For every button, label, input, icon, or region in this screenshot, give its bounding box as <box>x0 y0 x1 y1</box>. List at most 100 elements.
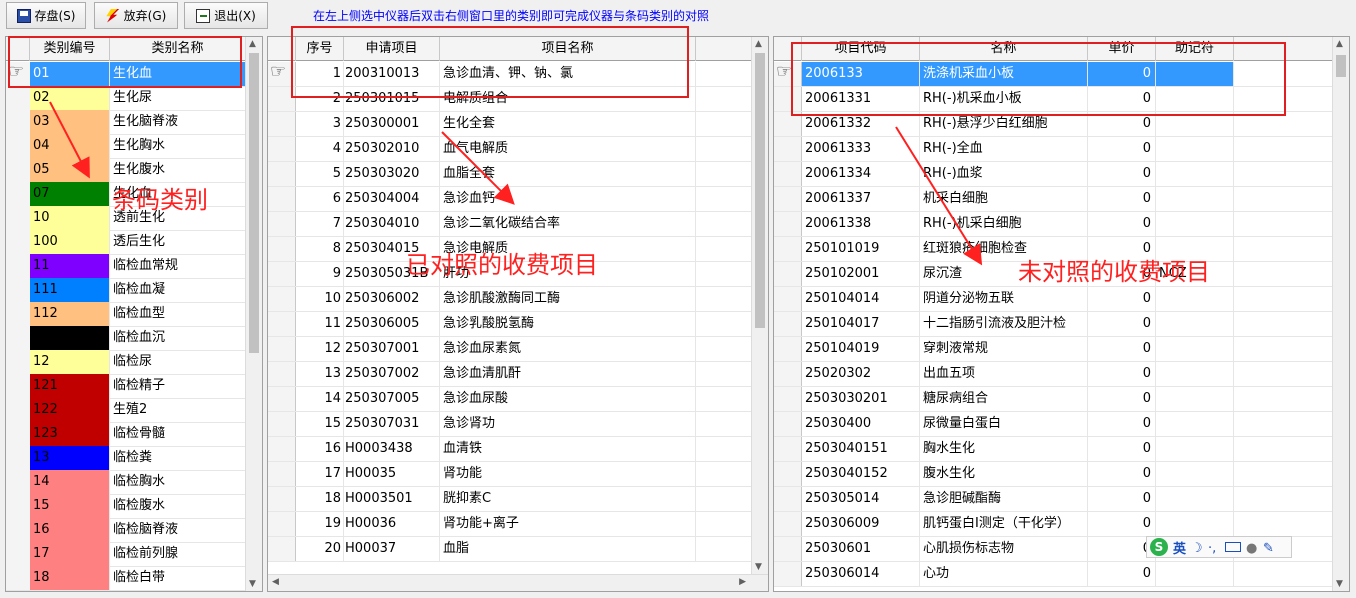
category-code[interactable]: 111 <box>30 278 110 302</box>
request-item-code[interactable]: 250303020 <box>344 162 440 186</box>
category-name[interactable]: 透后生化 <box>110 230 246 254</box>
category-name[interactable]: 生殖2 <box>110 398 246 422</box>
mapped-row[interactable]: 7 250304010 急诊二氧化碳结合率 <box>268 212 768 237</box>
category-code[interactable]: 12 <box>30 350 110 374</box>
seq-number[interactable]: 18 <box>296 487 344 511</box>
item-code[interactable]: 25030601 <box>802 537 920 561</box>
item-name[interactable]: RH(-)机采白细胞 <box>920 212 1088 236</box>
mapped-row[interactable]: 15 250307031 急诊肾功 <box>268 412 768 437</box>
item-name[interactable]: 急诊二氧化碳结合率 <box>440 212 696 236</box>
category-row[interactable]: 16 临检脑脊液 <box>6 518 262 543</box>
category-code[interactable]: 13 <box>30 446 110 470</box>
request-item-code[interactable]: 250307001 <box>344 337 440 361</box>
ime-toolbar[interactable]: S 英 ☽ ·, ● ✎ <box>1146 536 1292 558</box>
unmapped-row[interactable]: 25020302 出血五项 0 <box>774 362 1349 387</box>
category-row[interactable]: 临检血沉 <box>6 326 262 351</box>
request-item-code[interactable]: H00035 <box>344 462 440 486</box>
unmapped-row[interactable]: 250104017 十二指肠引流液及胆汁检 0 <box>774 312 1349 337</box>
ime-language-toggle[interactable]: 英 <box>1173 538 1186 557</box>
item-mnemonic[interactable] <box>1156 412 1234 436</box>
item-price[interactable]: 0 <box>1088 337 1156 361</box>
category-code[interactable]: 121 <box>30 374 110 398</box>
category-code[interactable]: 100 <box>30 230 110 254</box>
unmapped-row[interactable]: 250305014 急诊胆碱酯酶 0 <box>774 487 1349 512</box>
mapped-row[interactable]: 13 250307002 急诊血清肌酐 <box>268 362 768 387</box>
mapped-row[interactable]: 12 250307001 急诊血尿素氮 <box>268 337 768 362</box>
seq-number[interactable]: 13 <box>296 362 344 386</box>
category-name[interactable]: 临检血型 <box>110 302 246 326</box>
item-name[interactable]: 急诊乳酸脱氢酶 <box>440 312 696 336</box>
request-item-code[interactable]: H0003438 <box>344 437 440 461</box>
mapped-row[interactable]: 4 250302010 血气电解质 <box>268 137 768 162</box>
category-name[interactable]: 临检尿 <box>110 350 246 374</box>
seq-number[interactable]: 8 <box>296 237 344 261</box>
item-code[interactable]: 250306014 <box>802 562 920 586</box>
mapped-row[interactable]: 14 250307005 急诊血尿酸 <box>268 387 768 412</box>
keyboard-icon[interactable] <box>1225 542 1242 552</box>
category-row[interactable]: 13 临检粪 <box>6 446 262 471</box>
category-code[interactable] <box>30 326 110 350</box>
seq-number[interactable]: 7 <box>296 212 344 236</box>
category-name[interactable]: 临检精子 <box>110 374 246 398</box>
save-button[interactable]: 存盘(S) <box>6 2 86 29</box>
request-item-code[interactable]: 250306002 <box>344 287 440 311</box>
unmapped-row[interactable]: 20061333 RH(-)全血 0 <box>774 137 1349 162</box>
category-vertical-scrollbar[interactable]: ▲ ▼ <box>245 37 262 591</box>
item-mnemonic[interactable] <box>1156 137 1234 161</box>
item-code[interactable]: 250102001 <box>802 262 920 286</box>
discard-button[interactable]: 放弃(G) <box>94 2 178 29</box>
item-name[interactable]: 急诊血清肌酐 <box>440 362 696 386</box>
wrench-icon[interactable]: ✎ <box>1263 541 1275 556</box>
unmapped-row[interactable]: 250104019 穿刺液常规 0 <box>774 337 1349 362</box>
item-name[interactable]: RH(-)全血 <box>920 137 1088 161</box>
seq-number[interactable]: 9 <box>296 262 344 286</box>
category-code[interactable]: 03 <box>30 110 110 134</box>
category-code[interactable]: 14 <box>30 470 110 494</box>
item-mnemonic[interactable] <box>1156 387 1234 411</box>
item-name[interactable]: 阴道分泌物五联 <box>920 287 1088 311</box>
category-row[interactable]: 11 临检血常规 <box>6 254 262 279</box>
item-price[interactable]: 0 <box>1088 462 1156 486</box>
item-name[interactable]: 急诊肌酸激酶同工酶 <box>440 287 696 311</box>
unmapped-row[interactable]: 2503040151 胸水生化 0 <box>774 437 1349 462</box>
item-name[interactable]: 心功 <box>920 562 1088 586</box>
category-name[interactable]: 生化尿 <box>110 86 246 110</box>
item-name[interactable]: 急诊血尿酸 <box>440 387 696 411</box>
request-item-code[interactable]: H0003501 <box>344 487 440 511</box>
request-item-code[interactable]: 250307031 <box>344 412 440 436</box>
category-row[interactable]: 18 临检白带 <box>6 566 262 591</box>
item-code[interactable]: 250306009 <box>802 512 920 536</box>
item-name[interactable]: 十二指肠引流液及胆汁检 <box>920 312 1088 336</box>
scroll-right-arrow-icon[interactable]: ▶ <box>739 577 746 587</box>
request-item-code[interactable]: 250307005 <box>344 387 440 411</box>
category-name[interactable]: 生化腹水 <box>110 158 246 182</box>
mapped-row[interactable]: 20 H00037 血脂 <box>268 537 768 562</box>
mapped-horizontal-scrollbar[interactable]: ◀ ▶ <box>268 574 768 591</box>
item-price[interactable]: 0 <box>1088 312 1156 336</box>
category-row[interactable]: 111 临检血凝 <box>6 278 262 303</box>
seq-number[interactable]: 17 <box>296 462 344 486</box>
item-code[interactable]: 20061337 <box>802 187 920 211</box>
user-icon[interactable]: ● <box>1246 541 1258 556</box>
category-name[interactable]: 临检脑脊液 <box>110 518 246 542</box>
category-row[interactable]: 122 生殖2 <box>6 398 262 423</box>
category-code[interactable]: 15 <box>30 494 110 518</box>
item-code[interactable]: 2503040152 <box>802 462 920 486</box>
unmapped-items-grid[interactable]: 项目代码 名称 单价 助记符 ☞ 2006133 洗涤机采血小板 0 20061331 R… <box>773 36 1350 592</box>
category-code[interactable]: 07 <box>30 182 110 206</box>
category-name[interactable]: 临检腹水 <box>110 494 246 518</box>
seq-number[interactable]: 14 <box>296 387 344 411</box>
mapped-row[interactable]: 18 H0003501 胱抑素C <box>268 487 768 512</box>
item-code[interactable]: 250101019 <box>802 237 920 261</box>
item-mnemonic[interactable] <box>1156 337 1234 361</box>
item-name[interactable]: 糖尿病组合 <box>920 387 1088 411</box>
item-name[interactable]: 急诊血尿素氮 <box>440 337 696 361</box>
item-code[interactable]: 25030400 <box>802 412 920 436</box>
category-row[interactable]: 121 临检精子 <box>6 374 262 399</box>
unmapped-row[interactable]: 250306009 肌钙蛋白I测定（干化学） 0 <box>774 512 1349 537</box>
request-item-code[interactable]: 250302010 <box>344 137 440 161</box>
category-row[interactable]: 123 临检骨髓 <box>6 422 262 447</box>
category-code[interactable]: 17 <box>30 542 110 566</box>
item-mnemonic[interactable] <box>1156 287 1234 311</box>
seq-number[interactable]: 11 <box>296 312 344 336</box>
